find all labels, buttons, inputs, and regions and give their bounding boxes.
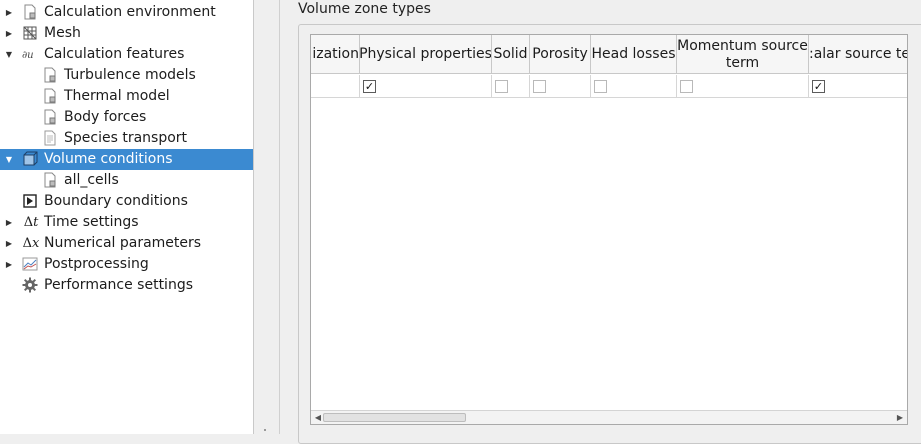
- mesh-icon: [22, 25, 38, 41]
- tree-item-label: Calculation environment: [44, 4, 216, 20]
- volume-zone-types-table[interactable]: ization Physical properties Solid Porosi…: [310, 34, 908, 425]
- collapse-arrow-icon[interactable]: ▼: [4, 49, 14, 59]
- grip-dot: [264, 429, 266, 431]
- tree-item-all-cells[interactable]: all_cells: [0, 170, 253, 191]
- tree-item-label: Numerical parameters: [44, 235, 202, 251]
- tree-item-time-settings[interactable]: ▶ Δ𝑡 Time settings: [0, 212, 253, 233]
- tree-item-label: Volume conditions: [44, 151, 173, 167]
- table-cell: ✓: [809, 75, 907, 98]
- expand-arrow-icon[interactable]: ▶: [4, 217, 14, 227]
- gear-icon: [22, 277, 38, 293]
- page-icon: [42, 67, 58, 83]
- group-title: Volume zone types: [298, 1, 431, 17]
- document-icon: [42, 130, 58, 146]
- navigation-tree: ▶ Calculation environment ▶ Mesh ▼ ∂u Ca…: [0, 0, 254, 434]
- table-cell: [677, 75, 809, 98]
- column-header-physical-properties[interactable]: Physical properties: [360, 35, 492, 74]
- tree-item-mesh[interactable]: ▶ Mesh: [0, 23, 253, 44]
- tree-item-boundary-conditions[interactable]: Boundary conditions: [0, 191, 253, 212]
- tree-item-turbulence-models[interactable]: Turbulence models: [0, 65, 253, 86]
- tree-item-species-transport[interactable]: Species transport: [0, 128, 253, 149]
- tree-item-label: Boundary conditions: [44, 193, 188, 209]
- expand-arrow-icon[interactable]: ▶: [4, 259, 14, 269]
- tree-item-label: Performance settings: [44, 277, 193, 293]
- expand-arrow-icon[interactable]: ▶: [4, 238, 14, 248]
- tree-item-label: Mesh: [44, 25, 81, 41]
- table-cell: ✓: [360, 75, 492, 98]
- table-cell: [591, 75, 677, 98]
- tree-item-calculation-environment[interactable]: ▶ Calculation environment: [0, 2, 253, 23]
- table-row: ✓ ✓: [311, 75, 907, 98]
- column-header-momentum-source-term[interactable]: Momentum source term: [677, 35, 809, 74]
- physical-properties-checkbox[interactable]: ✓: [363, 80, 376, 93]
- tree-item-performance-settings[interactable]: Performance settings: [0, 275, 253, 296]
- scroll-right-icon[interactable]: ▶: [893, 411, 907, 424]
- cube-icon: [22, 151, 38, 167]
- tree-item-calculation-features[interactable]: ▼ ∂u Calculation features: [0, 44, 253, 65]
- tree-item-label: Thermal model: [64, 88, 170, 104]
- column-header-porosity[interactable]: Porosity: [530, 35, 591, 74]
- table-cell: [530, 75, 591, 98]
- column-header-head-losses[interactable]: Head losses: [591, 35, 677, 74]
- chart-icon: [22, 256, 38, 272]
- tree-item-thermal-model[interactable]: Thermal model: [0, 86, 253, 107]
- tree-item-label: all_cells: [64, 172, 119, 188]
- column-header-solid[interactable]: Solid: [492, 35, 530, 74]
- tree-item-volume-conditions[interactable]: ▼ Volume conditions: [0, 149, 253, 170]
- tree-item-body-forces[interactable]: Body forces: [0, 107, 253, 128]
- solid-checkbox[interactable]: [495, 80, 508, 93]
- column-header-initialization[interactable]: ization: [311, 35, 360, 74]
- splitter-handle[interactable]: [254, 0, 280, 434]
- expand-arrow-icon[interactable]: ▶: [4, 7, 14, 17]
- tree-item-label: Postprocessing: [44, 256, 149, 272]
- page-icon: [42, 109, 58, 125]
- expand-arrow-icon[interactable]: ▶: [4, 28, 14, 38]
- page-icon: [42, 88, 58, 104]
- tree-item-postprocessing[interactable]: ▶ Postprocessing: [0, 254, 253, 275]
- tree-item-numerical-parameters[interactable]: ▶ Δ𝑥 Numerical parameters: [0, 233, 253, 254]
- tree-item-label: Calculation features: [44, 46, 185, 62]
- table-cell[interactable]: [311, 75, 360, 98]
- momentum-source-term-checkbox[interactable]: [680, 80, 693, 93]
- table-header: ization Physical properties Solid Porosi…: [311, 35, 907, 74]
- tree-item-label: Species transport: [64, 130, 188, 146]
- formula-icon: ∂u: [22, 46, 38, 62]
- scalar-source-term-checkbox[interactable]: ✓: [812, 80, 825, 93]
- delta-x-icon: Δ𝑥: [22, 235, 40, 251]
- boundary-icon: [22, 193, 38, 209]
- column-header-scalar-source-term[interactable]: :alar source ter: [809, 35, 907, 74]
- tree-item-label: Time settings: [44, 214, 139, 230]
- scrollbar-thumb[interactable]: [323, 413, 466, 422]
- tree-item-label: Turbulence models: [64, 67, 196, 83]
- tree-item-label: Body forces: [64, 109, 147, 125]
- collapse-arrow-icon[interactable]: ▼: [4, 154, 14, 164]
- table-cell: [492, 75, 530, 98]
- delta-t-icon: Δ𝑡: [23, 214, 39, 230]
- page-icon: [42, 172, 58, 188]
- page-icon: [22, 4, 38, 20]
- head-losses-checkbox[interactable]: [594, 80, 607, 93]
- porosity-checkbox[interactable]: [533, 80, 546, 93]
- svg-text:∂u: ∂u: [22, 50, 34, 61]
- horizontal-scrollbar[interactable]: ◀ ▶: [311, 410, 907, 424]
